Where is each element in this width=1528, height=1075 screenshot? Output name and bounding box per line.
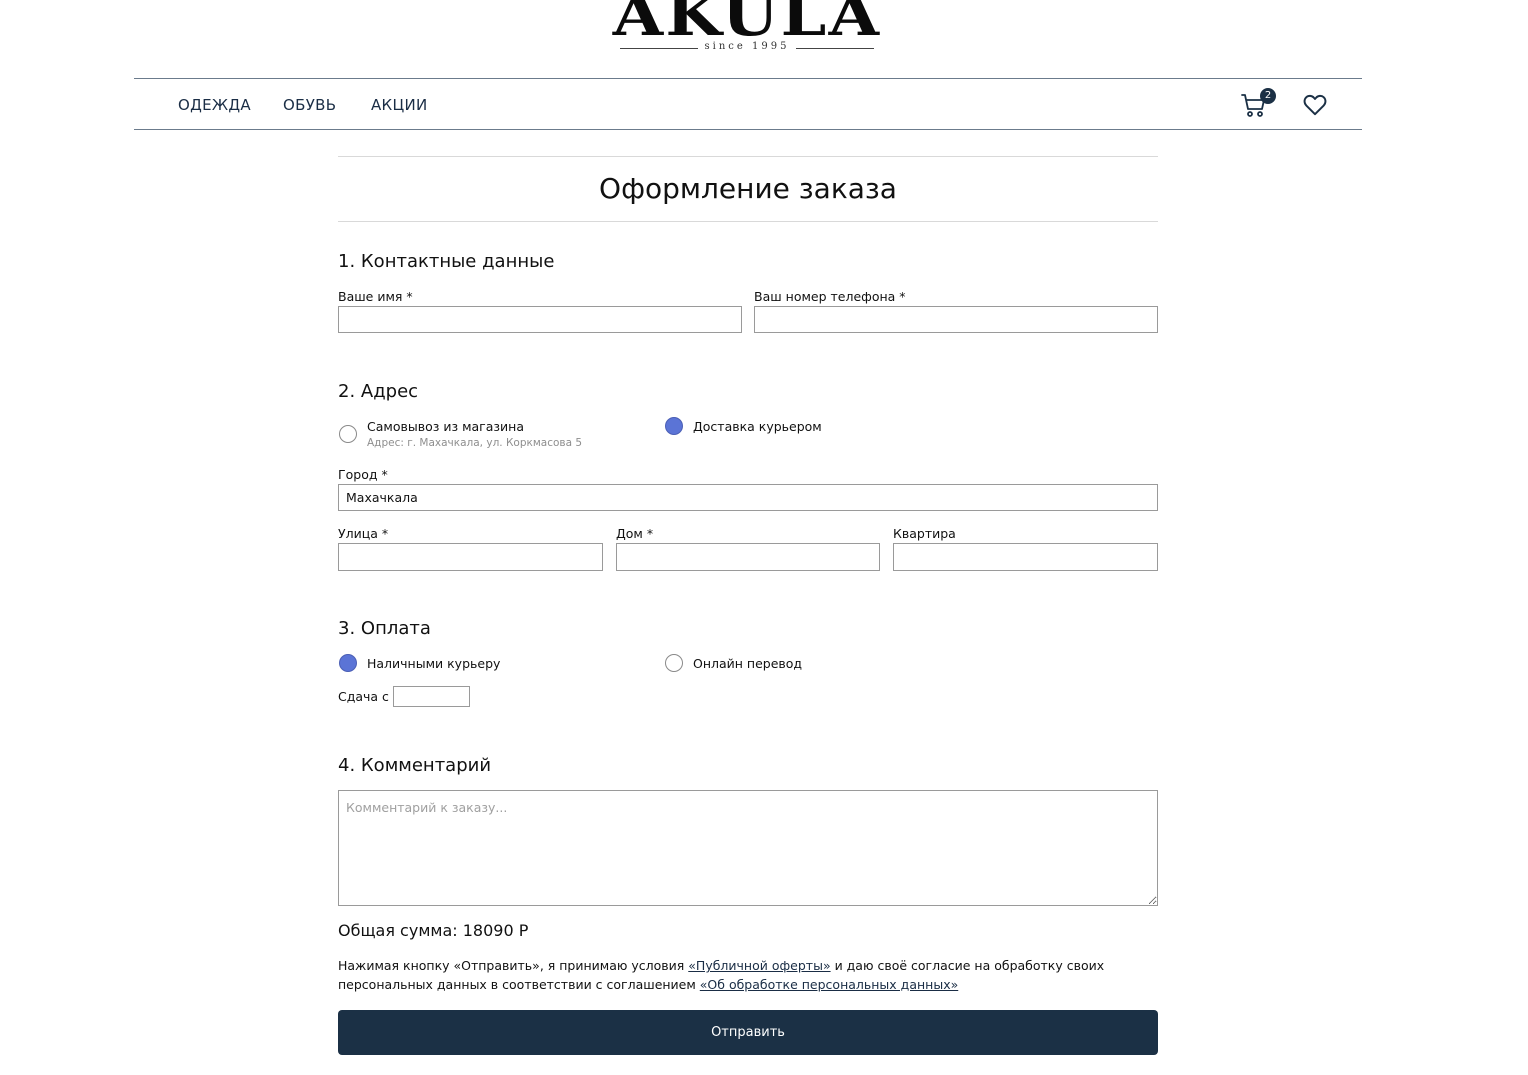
apartment-label: Квартира — [893, 526, 956, 541]
section-title-contacts: 1. Контактные данные — [338, 251, 555, 272]
phone-label: Ваш номер телефона * — [754, 289, 906, 304]
city-input[interactable] — [338, 484, 1158, 511]
change-input[interactable] — [393, 686, 470, 707]
name-label: Ваше имя * — [338, 289, 413, 304]
brand-tagline: since 1995 — [704, 41, 790, 52]
name-input[interactable] — [338, 306, 742, 333]
comment-textarea[interactable] — [338, 790, 1158, 906]
pickup-label[interactable]: Самовывоз из магазина — [367, 419, 524, 434]
title-divider-bottom — [338, 221, 1158, 222]
phone-input[interactable] — [754, 306, 1158, 333]
cash-label[interactable]: Наличными курьеру — [367, 656, 500, 671]
section-title-comment: 4. Комментарий — [338, 755, 492, 776]
pickup-address-note: Адрес: г. Махачкала, ул. Коркмасова 5 — [367, 437, 583, 449]
courier-delivery-label[interactable]: Доставка курьером — [693, 419, 822, 434]
street-label: Улица * — [338, 526, 389, 541]
section-title-address: 2. Адрес — [338, 381, 419, 402]
online-transfer-label[interactable]: Онлайн перевод — [693, 656, 802, 671]
submit-button[interactable]: Отправить — [338, 1010, 1158, 1055]
brand-logo[interactable]: AKULA since 1995 — [613, 0, 879, 56]
heart-icon — [1303, 94, 1327, 116]
section-title-payment: 3. Оплата — [338, 618, 431, 639]
favorites-button[interactable] — [1302, 92, 1328, 118]
nav-item-sales[interactable]: АКЦИИ — [371, 96, 428, 114]
consent-text: Нажимая кнопку «Отправить», я принимаю у… — [338, 956, 1158, 994]
nav-item-clothing[interactable]: ОДЕЖДА — [178, 96, 251, 114]
consent-text-part-1: Нажимая кнопку «Отправить», я принимаю у… — [338, 958, 689, 973]
public-offer-link[interactable]: «Публичной оферты» — [688, 958, 830, 973]
personal-data-link[interactable]: «Об обработке персональных данных» — [700, 977, 958, 992]
cash-radio[interactable] — [339, 654, 357, 672]
city-label: Город * — [338, 467, 388, 482]
cart-count-badge: 2 — [1260, 88, 1276, 104]
online-transfer-radio[interactable] — [665, 654, 683, 672]
house-label: Дом * — [616, 526, 654, 541]
order-total: Общая сумма: 18090 Р — [338, 921, 529, 940]
brand-name: AKULA — [612, 0, 882, 49]
page-title: Оформление заказа — [599, 172, 897, 205]
street-input[interactable] — [338, 543, 603, 571]
apartment-input[interactable] — [893, 543, 1158, 571]
nav-item-shoes[interactable]: ОБУВЬ — [283, 96, 336, 114]
house-input[interactable] — [616, 543, 880, 571]
main-nav: ОДЕЖДА ОБУВЬ АКЦИИ 2 — [134, 78, 1362, 130]
courier-delivery-radio[interactable] — [665, 417, 683, 435]
change-label: Сдача с — [338, 689, 389, 704]
pickup-radio[interactable] — [339, 425, 357, 443]
title-divider-top — [338, 156, 1158, 157]
cart-button[interactable]: 2 — [1240, 88, 1276, 119]
